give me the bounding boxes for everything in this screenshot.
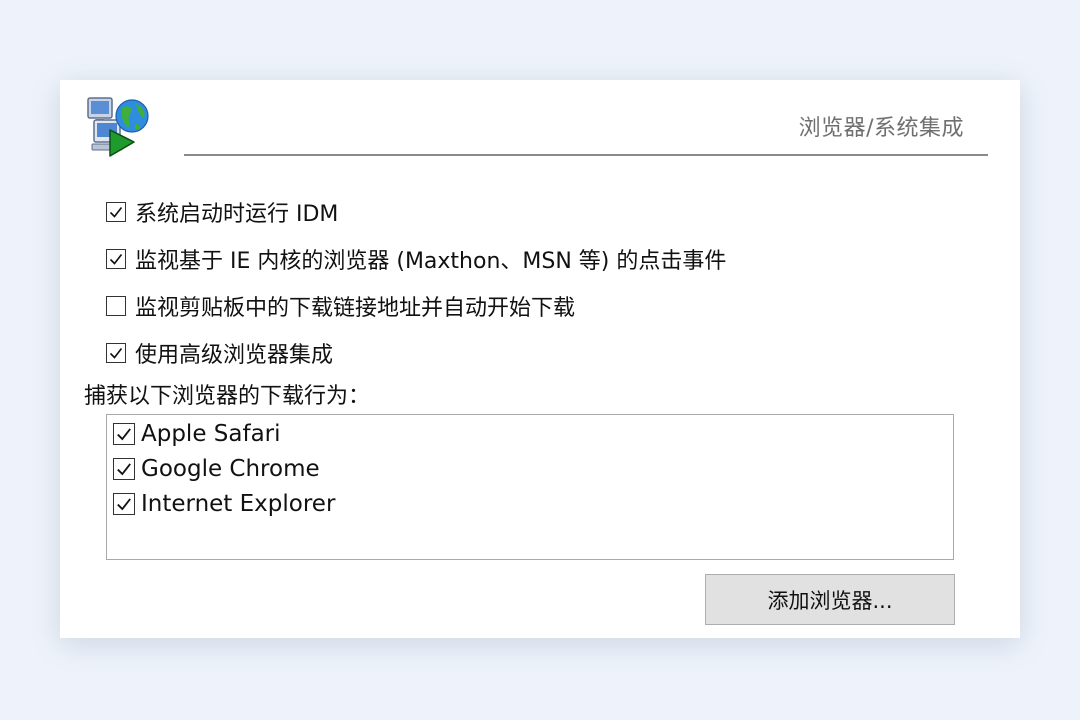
checkmark-icon	[117, 498, 131, 511]
checkmark-icon	[109, 348, 123, 359]
option-advanced-integration[interactable]: 使用高级浏览器集成	[106, 337, 333, 369]
monitor-ie-clicks-checkbox[interactable]	[106, 249, 126, 269]
idm-integration-icon	[87, 97, 149, 157]
browser-list[interactable]: Apple Safari Google Chrome Internet Expl…	[106, 414, 954, 560]
checkmark-icon	[109, 207, 123, 218]
browser-item-label: Internet Explorer	[141, 491, 336, 517]
checkmark-icon	[117, 463, 131, 476]
option-run-on-startup[interactable]: 系统启动时运行 IDM	[106, 196, 338, 228]
browser-item-safari[interactable]: Apple Safari	[113, 421, 281, 447]
browser-item-label: Apple Safari	[141, 421, 281, 447]
browser-group-label: 捕获以下浏览器的下载行为：	[84, 384, 371, 409]
option-label: 使用高级浏览器集成	[135, 343, 334, 368]
title-divider	[184, 154, 988, 156]
safari-checkbox[interactable]	[113, 423, 135, 445]
option-monitor-ie-clicks[interactable]: 监视基于 IE 内核的浏览器 (Maxthon、MSN 等) 的点击事件	[106, 243, 726, 275]
checkmark-icon	[117, 428, 131, 441]
option-label: 系统启动时运行 IDM	[135, 202, 339, 227]
browser-item-ie[interactable]: Internet Explorer	[113, 491, 335, 517]
browser-item-chrome[interactable]: Google Chrome	[113, 456, 320, 482]
browser-item-label: Google Chrome	[141, 456, 320, 482]
section-title: 浏览器/系统集成	[798, 116, 964, 141]
option-monitor-clipboard[interactable]: 监视剪贴板中的下载链接地址并自动开始下载	[106, 290, 575, 322]
run-on-startup-checkbox[interactable]	[106, 202, 126, 222]
checkmark-icon	[109, 254, 123, 265]
advanced-integration-checkbox[interactable]	[106, 343, 126, 363]
option-label: 监视基于 IE 内核的浏览器 (Maxthon、MSN 等) 的点击事件	[135, 249, 727, 274]
ie-checkbox[interactable]	[113, 493, 135, 515]
settings-panel: 浏览器/系统集成 系统启动时运行 IDM 监视基于 IE 内核的浏览器 (Max…	[60, 80, 1020, 638]
chrome-checkbox[interactable]	[113, 458, 135, 480]
monitor-clipboard-checkbox[interactable]	[106, 296, 126, 316]
option-label: 监视剪贴板中的下载链接地址并自动开始下载	[135, 296, 576, 321]
add-browser-button[interactable]: 添加浏览器...	[705, 574, 955, 625]
